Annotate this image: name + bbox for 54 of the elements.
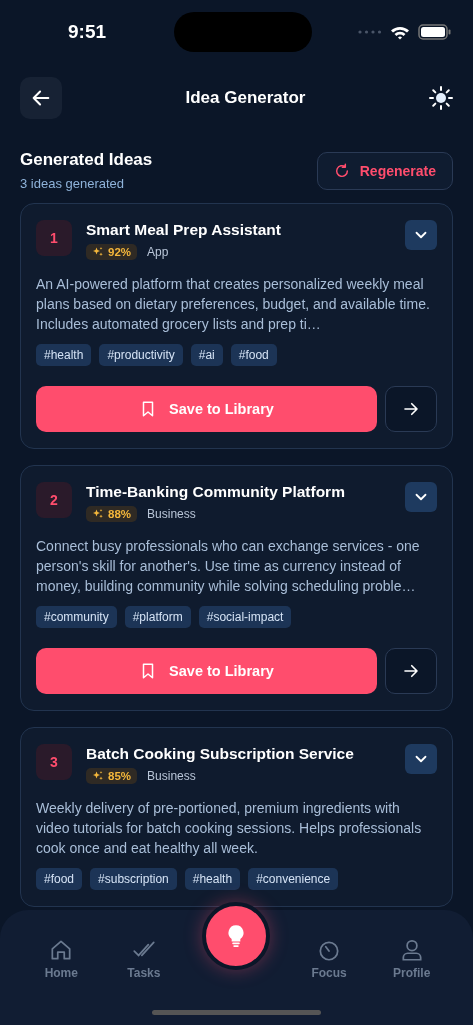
regenerate-button[interactable]: Regenerate bbox=[316, 151, 453, 190]
tag: #productivity bbox=[99, 344, 183, 366]
save-to-library-button[interactable]: Save to Library bbox=[36, 648, 377, 694]
expand-button[interactable] bbox=[405, 220, 437, 250]
tag: #community bbox=[36, 606, 117, 628]
tag: #food bbox=[36, 868, 83, 890]
arrow-right-icon bbox=[402, 400, 420, 418]
tag: #health bbox=[36, 344, 92, 366]
tag: #platform bbox=[124, 606, 191, 628]
score-badge: 85% bbox=[86, 768, 138, 784]
ideas-count: 3 ideas generated bbox=[20, 176, 126, 191]
theme-toggle-icon[interactable] bbox=[429, 86, 453, 110]
score-badge: 92% bbox=[86, 244, 138, 260]
refresh-icon bbox=[333, 162, 350, 179]
idea-fab-button[interactable] bbox=[202, 902, 271, 970]
idea-title: Smart Meal Prep Assistant bbox=[86, 220, 282, 240]
idea-number: 2 bbox=[36, 482, 72, 518]
status-time: 9:51 bbox=[68, 21, 107, 43]
tag: #social-impact bbox=[198, 606, 292, 628]
back-button[interactable] bbox=[20, 77, 62, 119]
score-badge: 88% bbox=[86, 506, 138, 522]
idea-number: 1 bbox=[36, 220, 72, 256]
battery-icon bbox=[418, 24, 451, 40]
open-idea-button[interactable] bbox=[385, 386, 437, 432]
nav-tab[interactable]: Focus bbox=[299, 937, 360, 980]
nav-tab[interactable]: Home bbox=[31, 937, 92, 980]
idea-category: Business bbox=[147, 769, 196, 783]
expand-button[interactable] bbox=[405, 482, 437, 512]
sparkle-icon bbox=[92, 246, 104, 258]
nav-tab[interactable]: Profile bbox=[381, 937, 442, 980]
screen-title: Idea Generator bbox=[185, 88, 306, 108]
signal-icon bbox=[358, 30, 382, 34]
open-idea-button[interactable] bbox=[385, 648, 437, 694]
sparkle-icon bbox=[92, 770, 104, 782]
save-to-library-button[interactable]: Save to Library bbox=[36, 386, 377, 432]
expand-button[interactable] bbox=[405, 744, 437, 774]
idea-number: 3 bbox=[36, 744, 72, 780]
idea-title: Time-Banking Community Platform bbox=[86, 482, 346, 502]
idea-category: Business bbox=[147, 507, 196, 521]
tag: #ai bbox=[190, 344, 223, 366]
wifi-icon bbox=[390, 24, 410, 40]
tag: #subscription bbox=[90, 868, 177, 890]
arrow-right-icon bbox=[402, 662, 420, 680]
tag: #health bbox=[184, 868, 241, 890]
idea-description: An AI-powered platform that creates personalized weekly meal plans based on dietary preferences, budget, and available time. Includes automated grocery lists and prep ti… bbox=[36, 275, 431, 334]
idea-title: Batch Cooking Subscription Service bbox=[86, 744, 355, 764]
idea-description: Weekly delivery of pre-portioned, premium ingredients with video tutorials for batch cooking sessions. Helps professionals cook once and eat healthy all week. bbox=[36, 799, 423, 858]
tag: #convenience bbox=[248, 868, 339, 890]
idea-description: Connect busy professionals who can exchange services - one person's skill for another's. Use time as currency instead of money, building community while solving scheduling proble… bbox=[36, 537, 421, 596]
tag: #food bbox=[230, 344, 277, 366]
section-title: Generated Ideas bbox=[20, 150, 153, 170]
nav-tab[interactable]: Tasks bbox=[113, 937, 174, 980]
idea-category: App bbox=[147, 245, 169, 259]
sparkle-icon bbox=[92, 508, 104, 520]
